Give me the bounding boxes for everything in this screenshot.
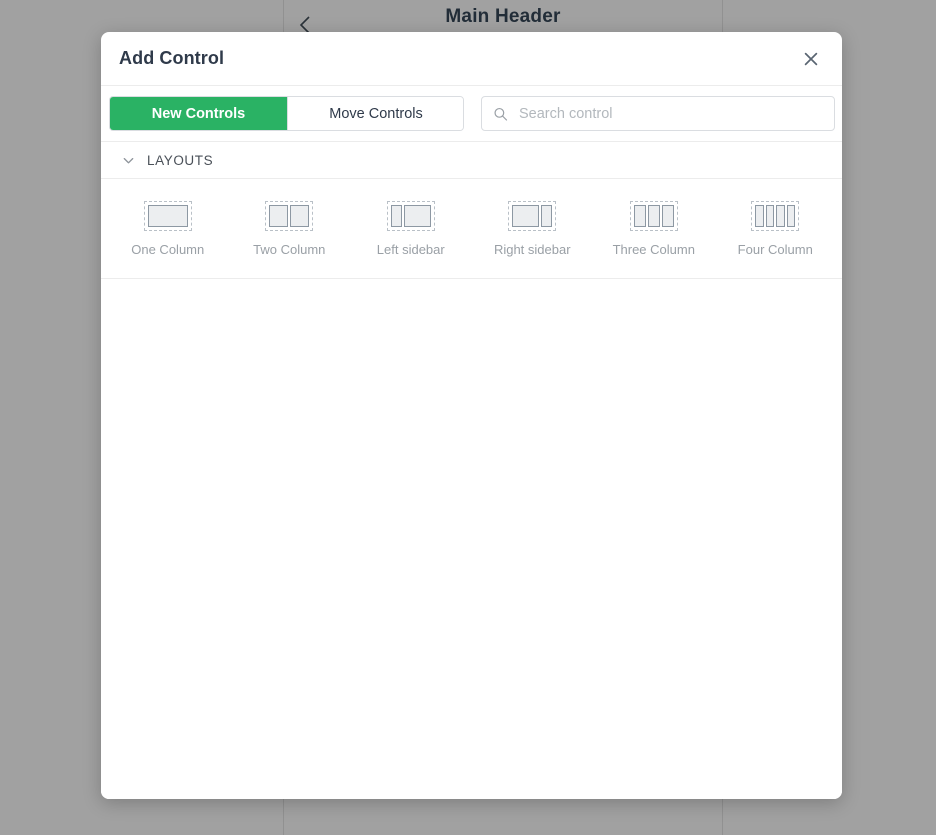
- close-icon[interactable]: [798, 46, 824, 72]
- layout-item-label: One Column: [131, 241, 205, 257]
- controls-tab-group: New Controls Move Controls: [109, 96, 464, 131]
- layout-item-four-column[interactable]: Four Column: [715, 200, 837, 257]
- tab-move-controls[interactable]: Move Controls: [287, 97, 463, 130]
- add-control-dialog: Add Control New Controls Move Controls S…: [101, 32, 842, 799]
- layout-item-label: Two Column: [253, 241, 326, 257]
- tab-new-controls[interactable]: New Controls: [110, 97, 287, 130]
- layout-item-label: Right sidebar: [493, 241, 571, 257]
- dialog-header: Add Control: [101, 32, 842, 86]
- layouts-grid: One Column Two Column Left sidebar Right…: [101, 179, 842, 279]
- layout-item-label: Left sidebar: [376, 241, 445, 257]
- section-header-layouts[interactable]: LAYOUTS: [101, 141, 842, 179]
- search-input[interactable]: [481, 96, 835, 131]
- chevron-down-icon: [121, 153, 135, 167]
- section-title-layouts: LAYOUTS: [147, 152, 214, 168]
- layout-item-label: Three Column: [612, 241, 695, 257]
- layout-item-two-column[interactable]: Two Column: [229, 200, 351, 257]
- layout-item-right-sidebar[interactable]: Right sidebar: [472, 200, 594, 257]
- layout-item-three-column[interactable]: Three Column: [593, 200, 715, 257]
- layout-item-left-sidebar[interactable]: Left sidebar: [350, 200, 472, 257]
- dialog-body-empty-area: [101, 279, 842, 799]
- layout-four-column-icon: [751, 200, 800, 231]
- dialog-title: Add Control: [119, 48, 225, 68]
- layout-two-column-icon: [265, 200, 314, 231]
- layout-right-sidebar-icon: [508, 200, 557, 231]
- search-control-wrapper: [481, 96, 835, 131]
- dialog-toolbar: New Controls Move Controls: [101, 86, 842, 141]
- layout-item-one-column[interactable]: One Column: [107, 200, 229, 257]
- layout-one-column-icon: [143, 200, 192, 231]
- layout-left-sidebar-icon: [386, 200, 435, 231]
- layout-item-label: Four Column: [737, 241, 813, 257]
- layout-three-column-icon: [629, 200, 678, 231]
